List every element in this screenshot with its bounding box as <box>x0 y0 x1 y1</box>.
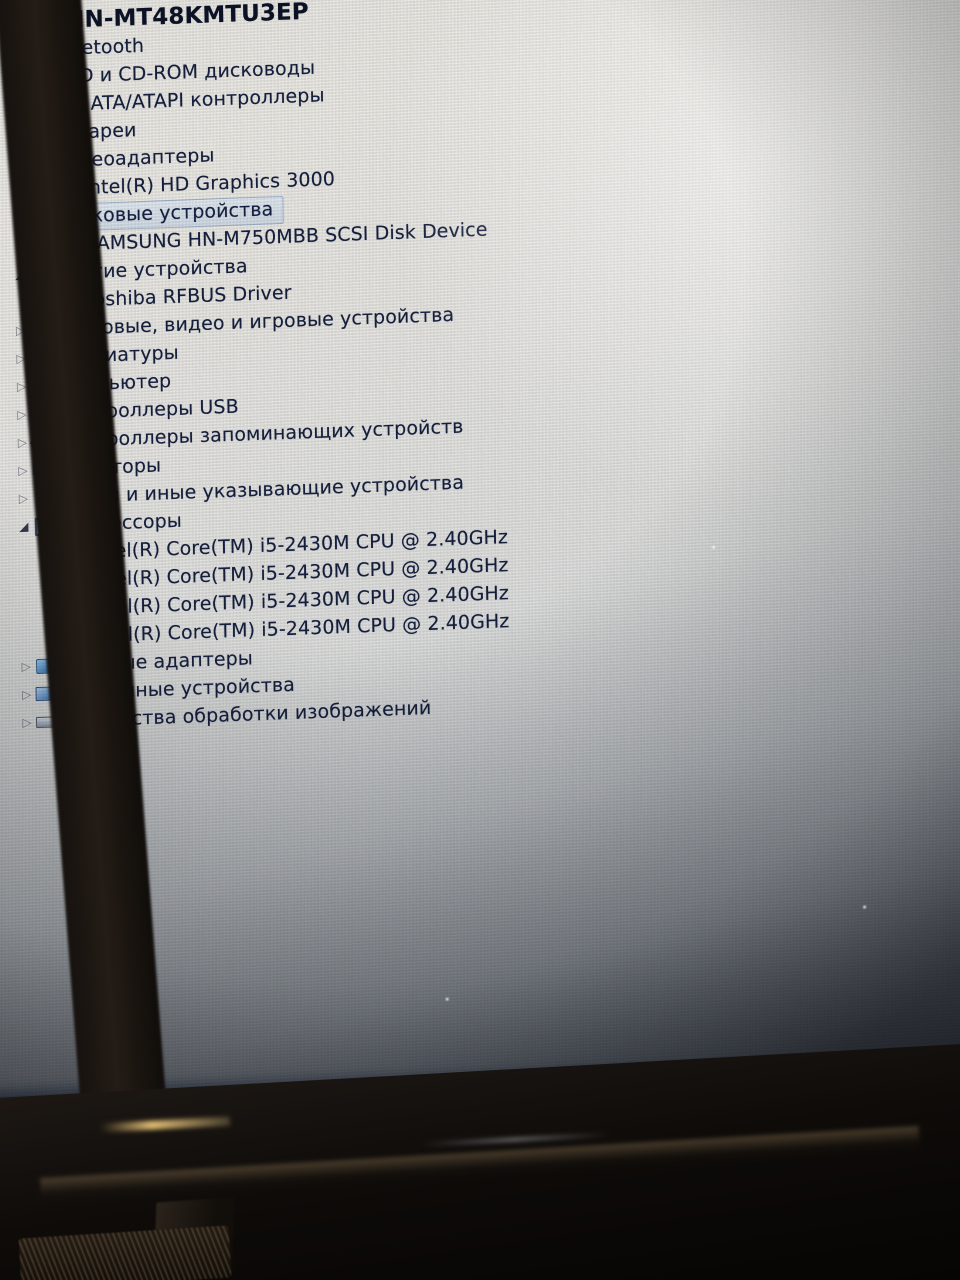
expand-arrow[interactable]: ◢ <box>16 519 32 533</box>
tree-item-label: Toshiba RFBUS Driver <box>84 281 292 312</box>
dust-speck <box>863 905 867 909</box>
device-tree: ▷ WIN-MT48KMTU3EP ▷Bluetooth▷DVD и CD-RO… <box>7 0 918 737</box>
expand-arrow[interactable]: ▷ <box>15 463 31 477</box>
expand-arrow[interactable]: ▷ <box>18 659 34 673</box>
expand-arrow[interactable]: ▷ <box>14 435 30 449</box>
expand-arrow[interactable]: ▷ <box>15 491 31 505</box>
photo-of-laptop-screen: ▷ WIN-MT48KMTU3EP ▷Bluetooth▷DVD и CD-RO… <box>0 0 960 1280</box>
dust-speck <box>445 997 449 1001</box>
expand-arrow[interactable]: ▷ <box>19 715 35 729</box>
expand-arrow[interactable]: ▷ <box>19 687 35 701</box>
